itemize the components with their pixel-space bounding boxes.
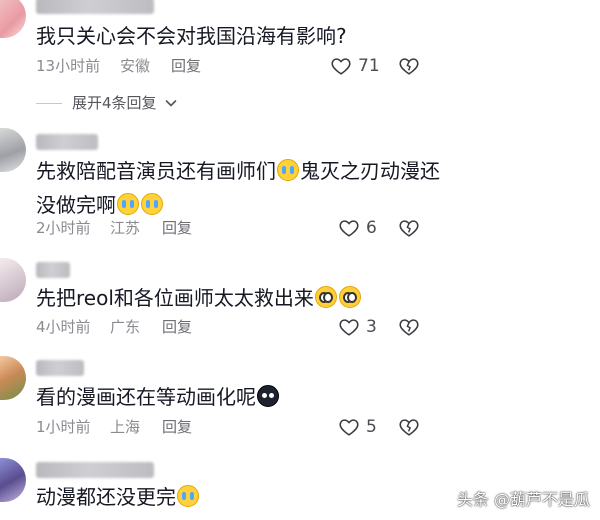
crying-emoji-icon [277, 159, 299, 181]
comment-text: 看的漫画还在等动画化呢 [36, 380, 456, 414]
like-count: 5 [366, 417, 377, 437]
like-button[interactable]: 71 [330, 54, 390, 78]
broken-heart-icon[interactable] [398, 217, 420, 239]
like-count: 71 [358, 56, 380, 76]
watermark: 头条 @葫芦不是瓜 [456, 490, 590, 509]
broken-heart-icon[interactable] [398, 316, 420, 338]
avatar[interactable] [0, 356, 26, 400]
comment-location: 江苏 [110, 219, 141, 237]
username[interactable] [36, 0, 154, 14]
comment-text-body: 看的漫画还在等动画化呢 [36, 385, 256, 409]
comment-meta: 13小时前 安徽 回复 [36, 55, 456, 77]
comment-text-body: 先救陪配音演员还有画师们 [36, 159, 276, 183]
comment-location: 安徽 [120, 57, 151, 75]
username[interactable] [36, 360, 84, 376]
comment-time: 2小时前 [36, 219, 91, 237]
avatar[interactable] [0, 258, 26, 302]
comment-location: 上海 [110, 418, 141, 436]
avatar[interactable] [0, 128, 26, 172]
like-count: 6 [366, 218, 377, 238]
dark-face-emoji-icon [257, 385, 279, 407]
reply-button[interactable]: 回复 [171, 55, 201, 77]
username[interactable] [36, 462, 154, 478]
like-button[interactable]: 3 [338, 315, 388, 339]
comment-text: 先救陪配音演员还有画师们 鬼灭之刃动漫还没做完啊 [36, 154, 456, 222]
username[interactable] [36, 134, 98, 150]
comment-text-body: 我只关心会不会对我国沿海有影响? [36, 24, 347, 48]
username[interactable] [36, 262, 70, 278]
comment-text: 我只关心会不会对我国沿海有影响? [36, 19, 456, 53]
broken-heart-icon[interactable] [398, 55, 420, 77]
reply-button[interactable]: 回复 [162, 316, 192, 338]
crying-emoji-icon [141, 193, 163, 215]
heart-outline-icon [339, 319, 359, 336]
broken-heart-icon[interactable] [398, 416, 420, 438]
crying-emoji-icon [117, 193, 139, 215]
heart-outline-icon [339, 419, 359, 436]
comment-meta: 4小时前 广东 回复 [36, 316, 456, 338]
reply-button[interactable]: 回复 [162, 217, 192, 239]
comment-location: 广东 [110, 318, 141, 336]
avatar[interactable] [0, 0, 26, 38]
comment-time: 4小时前 [36, 318, 91, 336]
comment-time: 1小时前 [36, 418, 91, 436]
expand-replies-label: 展开4条回复 [72, 94, 157, 112]
reply-button[interactable]: 回复 [162, 416, 192, 438]
comment-text: 动漫都还没更完 [36, 480, 456, 514]
like-count: 3 [366, 317, 377, 337]
comment-meta: 2小时前 江苏 回复 [36, 217, 456, 239]
comment-meta: 1小时前 上海 回复 [36, 416, 456, 438]
chevron-down-icon [165, 100, 177, 107]
comment-text-body: 先把reol和各位画师太太救出来 [36, 286, 314, 310]
pleading-emoji-icon [314, 286, 337, 308]
comment-text-body: 动漫都还没更完 [36, 485, 176, 509]
like-button[interactable]: 6 [338, 216, 388, 240]
like-button[interactable]: 5 [338, 415, 388, 439]
comment-time: 13小时前 [36, 57, 101, 75]
avatar[interactable] [0, 458, 26, 502]
heart-outline-icon [331, 58, 351, 75]
expand-divider [36, 103, 62, 104]
pleading-emoji-icon [338, 286, 361, 308]
comment-text: 先把reol和各位画师太太救出来 [36, 281, 456, 315]
heart-outline-icon [339, 220, 359, 237]
crying-emoji-icon [177, 485, 199, 507]
